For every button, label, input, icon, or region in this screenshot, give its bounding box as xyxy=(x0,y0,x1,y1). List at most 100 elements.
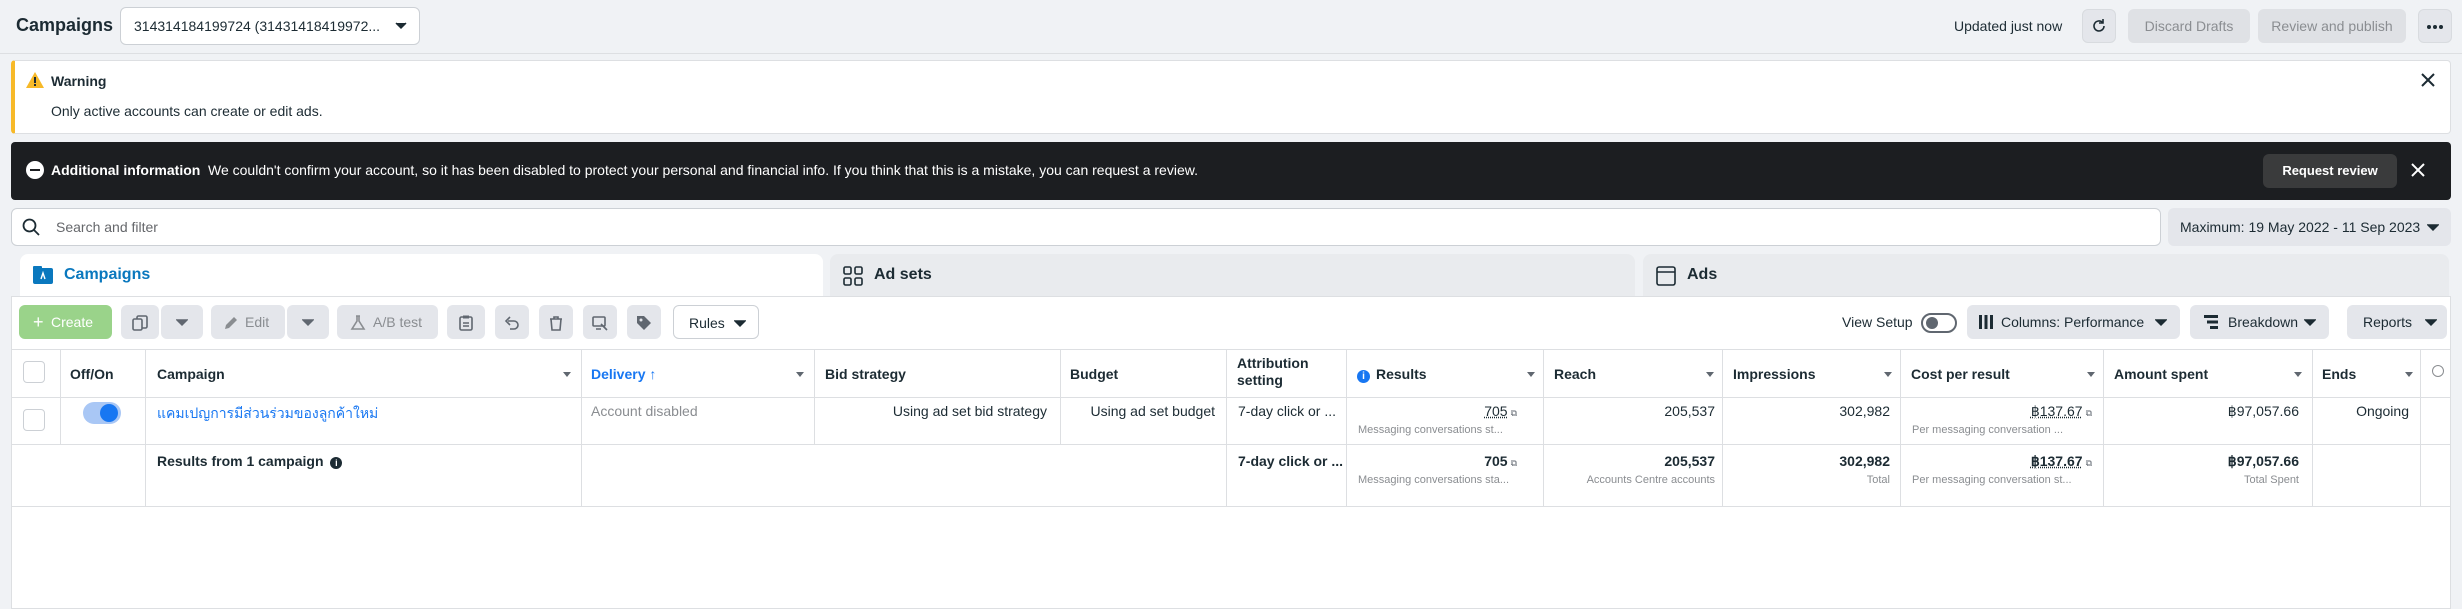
more-options-button[interactable] xyxy=(2418,9,2452,43)
col-divider xyxy=(2103,350,2104,507)
duplicate-dropdown-button[interactable] xyxy=(161,305,203,339)
delete-button[interactable] xyxy=(539,305,573,339)
summary-cost-per-result: ฿137.67 ⧉ xyxy=(1911,453,2092,470)
trash-icon xyxy=(550,316,562,331)
ads-window-icon xyxy=(1656,266,1676,286)
col-divider xyxy=(1346,350,1347,507)
minus-circle-icon xyxy=(26,161,44,179)
close-icon[interactable] xyxy=(2410,162,2426,178)
col-header-campaign[interactable]: Campaign xyxy=(157,366,225,382)
column-sort-icon[interactable] xyxy=(2087,372,2095,377)
external-link-icon: ⧉ xyxy=(2085,408,2092,418)
row-checkbox[interactable] xyxy=(23,409,45,431)
summary-reach-sublabel: Accounts Centre accounts xyxy=(1586,474,1715,486)
col-header-results-label: Results xyxy=(1376,366,1427,382)
col-header-results[interactable]: i Results xyxy=(1357,366,1427,383)
account-selector[interactable]: 314314184199724 (31431418419972... xyxy=(120,7,420,45)
select-all-checkbox[interactable] xyxy=(23,361,45,383)
search-input[interactable] xyxy=(56,216,1256,238)
col-header-delivery[interactable]: Delivery ↑ xyxy=(591,366,656,382)
col-header-amount-spent[interactable]: Amount spent xyxy=(2114,366,2208,382)
col-header-impressions[interactable]: Impressions xyxy=(1733,366,1815,382)
bid-strategy-value: Using ad set bid strategy xyxy=(892,403,1047,419)
columns-dropdown[interactable]: Columns: Performance xyxy=(1967,305,2180,339)
info-icon[interactable]: i xyxy=(1357,370,1370,383)
ab-test-button[interactable]: A/B test xyxy=(337,305,438,339)
tab-ad-sets[interactable]: Ad sets xyxy=(830,254,1635,296)
column-sort-icon[interactable] xyxy=(1706,372,1714,377)
breakdown-label: Breakdown xyxy=(2228,314,2299,330)
header-bottom-border xyxy=(11,397,2451,398)
cost-sublabel: Per messaging conversation ... xyxy=(1912,424,2064,436)
col-header-cost-per-result[interactable]: Cost per result xyxy=(1911,366,2010,382)
results-number[interactable]: 705 xyxy=(1484,403,1507,419)
column-sort-icon[interactable] xyxy=(2294,372,2302,377)
refresh-button[interactable] xyxy=(2082,9,2116,43)
columns-label: Columns: Performance xyxy=(2001,314,2145,330)
summary-bottom-border xyxy=(11,506,2451,507)
add-column-icon[interactable] xyxy=(2432,365,2444,377)
close-icon[interactable] xyxy=(2420,72,2436,88)
tab-label: Campaigns xyxy=(64,266,151,283)
chevron-down-icon xyxy=(302,319,314,327)
create-button[interactable]: + Create xyxy=(19,305,112,339)
date-range-picker[interactable]: Maximum: 19 May 2022 - 11 Sep 2023 xyxy=(2168,208,2451,246)
campaign-toggle[interactable] xyxy=(83,402,121,424)
flask-icon xyxy=(350,315,366,330)
chevron-down-icon xyxy=(395,22,407,30)
reports-dropdown[interactable]: Reports xyxy=(2347,305,2447,339)
cost-per-result-value[interactable]: ฿137.67 ⧉ xyxy=(1911,403,2092,420)
column-sort-icon[interactable] xyxy=(1527,372,1535,377)
ab-test-label: A/B test xyxy=(373,314,423,330)
preview-button[interactable] xyxy=(583,305,617,339)
col-header-budget[interactable]: Budget xyxy=(1070,366,1118,382)
edit-dropdown-button[interactable] xyxy=(287,305,329,339)
attribution-value: 7-day click or ... xyxy=(1238,403,1337,419)
warning-title: Warning xyxy=(51,73,107,89)
results-value[interactable]: 705 ⧉ xyxy=(1357,403,1517,419)
col-header-off-on[interactable]: Off/On xyxy=(70,366,114,382)
summary-cost-number[interactable]: ฿137.67 xyxy=(2031,453,2083,469)
column-sort-icon[interactable] xyxy=(2405,372,2413,377)
info-icon[interactable]: i xyxy=(330,457,343,469)
col-divider xyxy=(1226,350,1227,507)
view-setup-toggle[interactable] xyxy=(1921,313,1957,333)
preview-icon xyxy=(592,316,608,331)
col-divider xyxy=(814,350,815,444)
impressions-value: 302,982 xyxy=(1839,403,1890,419)
col-header-ends[interactable]: Ends xyxy=(2322,366,2356,382)
summary-results: 705 ⧉ xyxy=(1357,453,1517,469)
edit-button[interactable]: Edit xyxy=(211,305,285,339)
col-header-attribution[interactable]: Attribution setting xyxy=(1237,355,1327,389)
rules-dropdown[interactable]: Rules xyxy=(673,305,759,339)
column-sort-icon[interactable] xyxy=(796,372,804,377)
summary-results-sublabel: Messaging conversations sta... xyxy=(1358,474,1510,486)
tab-label: Ad sets xyxy=(874,266,932,283)
col-header-reach[interactable]: Reach xyxy=(1554,366,1596,382)
tab-label: Ads xyxy=(1687,266,1718,283)
undo-button[interactable] xyxy=(495,305,529,339)
breakdown-dropdown[interactable]: Breakdown xyxy=(2190,305,2329,339)
request-review-button[interactable]: Request review xyxy=(2263,154,2397,188)
column-sort-icon[interactable] xyxy=(1884,372,1892,377)
ad-sets-grid-icon xyxy=(843,266,863,286)
summary-amount-sublabel: Total Spent xyxy=(2243,474,2299,486)
tab-ads[interactable]: Ads xyxy=(1643,254,2449,296)
col-divider xyxy=(1060,350,1061,444)
column-sort-icon[interactable] xyxy=(563,372,571,377)
review-publish-button[interactable]: Review and publish xyxy=(2258,9,2406,43)
duplicate-button[interactable] xyxy=(121,305,159,339)
updated-status: Updated just now xyxy=(1954,18,2063,34)
col-header-delivery-label: Delivery xyxy=(591,366,646,382)
tab-campaigns[interactable]: Campaigns xyxy=(20,254,823,296)
discard-drafts-button[interactable]: Discard Drafts xyxy=(2128,9,2250,43)
account-selector-label: 314314184199724 (31431418419972... xyxy=(134,18,381,34)
col-header-bid-strategy[interactable]: Bid strategy xyxy=(825,366,906,382)
search-icon xyxy=(22,218,40,236)
cost-number[interactable]: ฿137.67 xyxy=(2031,403,2083,419)
clipboard-button[interactable] xyxy=(447,305,485,339)
tag-button[interactable] xyxy=(627,305,661,339)
col-divider xyxy=(2420,350,2421,507)
chevron-down-icon xyxy=(2427,224,2439,232)
campaign-name-link[interactable]: แคมเปญการมีส่วนร่วมของลูกค้าใหม่ xyxy=(157,403,378,425)
